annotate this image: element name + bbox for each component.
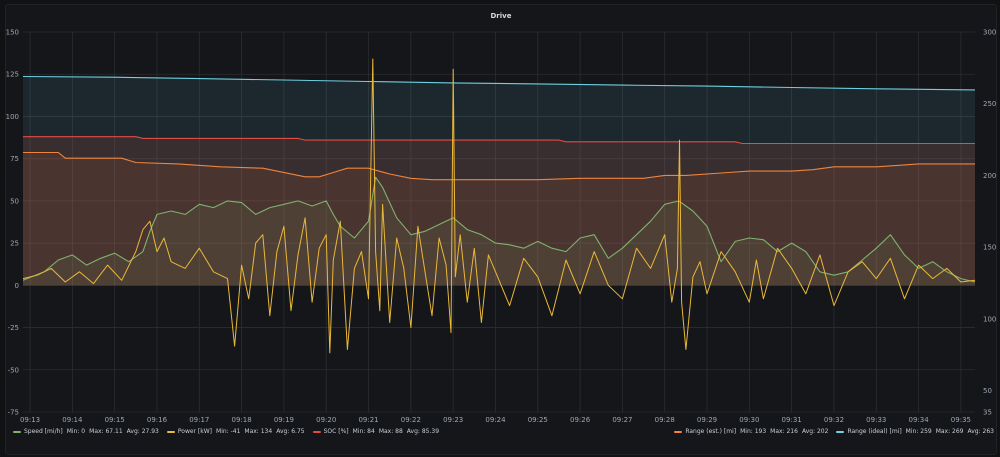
legend-series-name: Range (ideal) [mi] [847, 428, 902, 435]
legend-stat-max: Max: 269 [935, 428, 964, 435]
legend-stat-avg: Avg: 202 [801, 428, 829, 435]
y-right-tick-label: 50 [983, 387, 992, 395]
legend-stat-min: Min: -41 [216, 428, 241, 435]
x-tick-label: 09:20 [316, 416, 336, 424]
legend-stat-max: Max: 134 [244, 428, 273, 435]
y-right-tick-label: 35 [983, 409, 992, 417]
legend-series-name: Speed [mi/h] [24, 428, 63, 435]
legend-swatch [836, 430, 845, 433]
legend-item[interactable]: Power [kW] Min: -41 Max: 134 Avg: 6.75 [166, 428, 305, 435]
x-tick-label: 09:29 [697, 416, 717, 424]
y-left-tick-label: 50 [10, 197, 19, 205]
legend-item[interactable]: SOC [%] Min: 84 Max: 88 Avg: 85.39 [312, 428, 440, 435]
legend-stat-min: Min: 259 [905, 428, 932, 435]
y-right-tick-label: 150 [983, 244, 996, 252]
legend-swatch [674, 430, 683, 433]
legend-stat-avg: Avg: 27.93 [126, 428, 159, 435]
legend-item[interactable]: Range (est.) [mi] Min: 193 Max: 216 Avg: 20… [674, 428, 828, 435]
x-tick-label: 09:16 [147, 416, 168, 424]
y-left-tick-label: 75 [10, 155, 19, 163]
legend-left: Speed [mi/h] Min: 0 Max: 67.11 Avg: 27.93 Po… [13, 428, 447, 435]
legend-swatch [13, 430, 21, 433]
y-left-tick-label: 150 [6, 29, 19, 37]
x-tick-label: 09:13 [20, 416, 40, 424]
right-y-axis-ticks: 300 250 200 150 100 50 35 [983, 29, 996, 417]
legend-stat-avg: Avg: 6.75 [276, 428, 305, 435]
legend-series-name: SOC [%] [323, 428, 349, 435]
x-axis-ticks: 09:13 09:14 09:15 09:16 09:17 09:18 09:19 09:20… [20, 416, 971, 424]
x-tick-label: 09:33 [866, 416, 886, 424]
x-tick-label: 09:19 [274, 416, 294, 424]
y-right-tick-label: 200 [983, 172, 996, 180]
legend-stat-avg: Avg: 85.39 [406, 428, 440, 435]
x-tick-label: 09:25 [528, 416, 548, 424]
legend-item[interactable]: Speed [mi/h] Min: 0 Max: 67.11 Avg: 27.93 [13, 428, 159, 435]
x-tick-label: 09:22 [401, 416, 421, 424]
x-tick-label: 09:32 [824, 416, 844, 424]
x-tick-label: 09:34 [908, 416, 929, 424]
legend-stat-max: Max: 88 [378, 428, 403, 435]
x-tick-label: 09:30 [739, 416, 759, 424]
x-tick-label: 09:14 [62, 416, 83, 424]
y-right-tick-label: 250 [983, 100, 996, 108]
y-left-tick-label: 125 [6, 71, 19, 79]
x-tick-label: 09:23 [443, 416, 463, 424]
y-right-tick-label: 100 [983, 315, 996, 323]
y-left-tick-label: 100 [6, 113, 19, 121]
legend-swatch [312, 430, 321, 433]
x-tick-label: 09:17 [189, 416, 209, 424]
x-tick-label: 09:31 [782, 416, 802, 424]
legend-right: Range (est.) [mi] Min: 193 Max: 216 Avg: 20… [666, 428, 994, 435]
x-tick-label: 09:24 [485, 416, 506, 424]
legend-stat-avg: Avg: 263 [967, 428, 995, 435]
x-tick-label: 09:26 [570, 416, 591, 424]
legend-series-name: Power [kW] [177, 428, 213, 435]
y-left-tick-label: 0 [15, 282, 19, 290]
x-tick-label: 09:15 [105, 416, 125, 424]
legend-stat-max: Max: 216 [770, 428, 798, 435]
y-left-tick-label: -50 [8, 366, 19, 374]
y-left-tick-label: -25 [8, 324, 19, 332]
x-tick-label: 09:21 [358, 416, 378, 424]
legend-stat-min: Min: 84 [352, 428, 375, 435]
y-left-tick-label: 25 [10, 240, 19, 248]
x-tick-label: 09:18 [232, 416, 252, 424]
legend-item[interactable]: Range (ideal) [mi] Min: 259 Max: 269 Avg: 2… [836, 428, 994, 435]
y-right-tick-label: 300 [983, 29, 996, 37]
x-tick-label: 09:27 [612, 416, 632, 424]
series-fills [23, 76, 975, 286]
left-y-axis-ticks: 150 125 100 75 50 25 0 -25 -50 -75 [6, 29, 19, 417]
x-tick-label: 09:35 [951, 416, 971, 424]
legend-stat-min: Min: 0 [66, 428, 86, 435]
drive-chart: 1501251007550250-25-50-75 30025020015010… [6, 29, 997, 425]
legend-stat-min: Min: 193 [740, 428, 767, 435]
legend-series-name: Range (est.) [mi] [685, 428, 737, 435]
x-tick-label: 09:28 [655, 416, 675, 424]
y-left-tick-label: -75 [8, 409, 19, 417]
legend-swatch [166, 430, 175, 433]
legend-stat-max: Max: 67.11 [89, 428, 123, 435]
